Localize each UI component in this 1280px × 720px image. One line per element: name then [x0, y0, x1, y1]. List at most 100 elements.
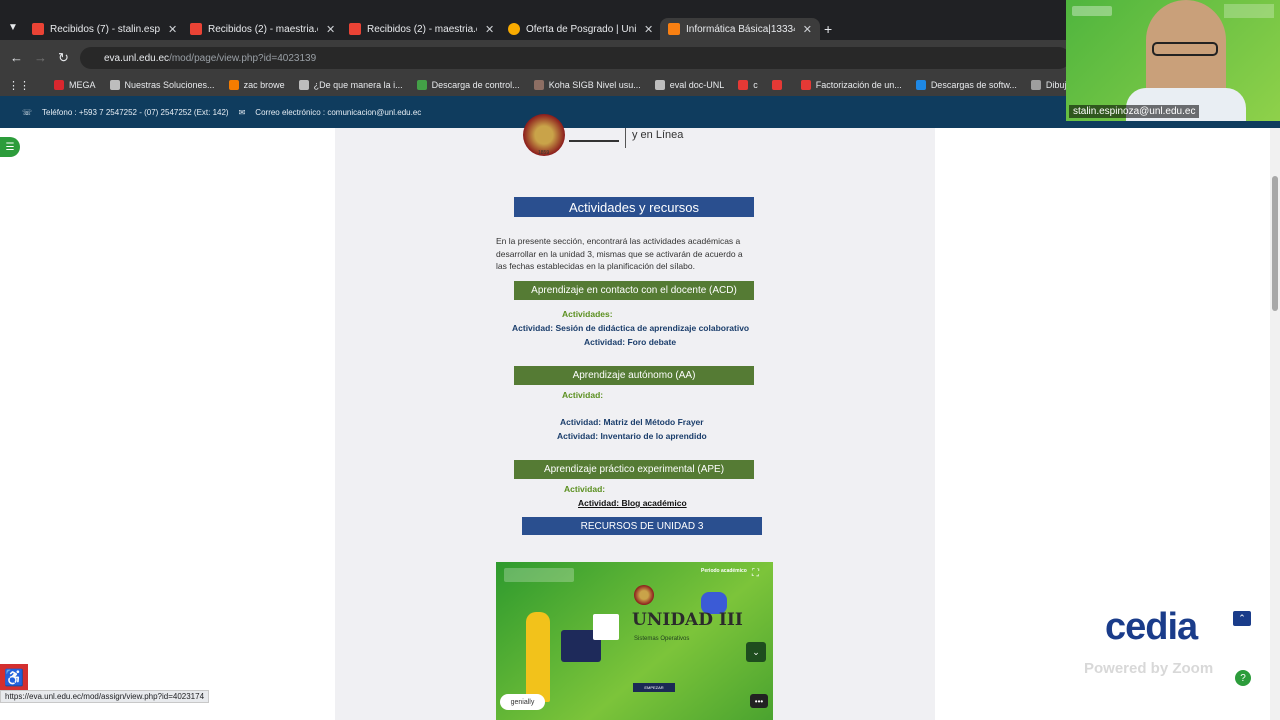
- chevron-down-icon[interactable]: ⌄: [746, 642, 766, 662]
- fullscreen-icon[interactable]: ⛶: [752, 568, 759, 579]
- bookmark-icon: [54, 80, 64, 90]
- phone-text: Teléfono : +593 7 2547252 - (07) 2547252…: [42, 107, 229, 117]
- tab-gmail-3[interactable]: Recibidos (2) - maestria.eti@un ✕: [349, 18, 494, 40]
- link-status-bar: https://eva.unl.edu.ec/mod/assign/view.p…: [0, 690, 210, 703]
- participant-name: stalin.espinoza@unl.edu.ec: [1069, 105, 1200, 118]
- bookmark-label: MEGA: [69, 80, 96, 90]
- card-start-button[interactable]: EMPEZAR: [633, 683, 675, 692]
- more-icon[interactable]: •••: [750, 694, 768, 708]
- bookmark-icon: [109, 80, 120, 90]
- bookmark-item[interactable]: Descarga de control...: [416, 80, 520, 90]
- accessibility-button[interactable]: ♿: [0, 664, 28, 692]
- email-text: Correo electrónico : comunicacion@unl.ed…: [255, 107, 422, 117]
- drawer-toggle-button[interactable]: ☰: [0, 137, 20, 157]
- bookmark-item[interactable]: c: [738, 80, 758, 90]
- bookmark-icon: [771, 80, 782, 90]
- scrollbar-thumb[interactable]: [1272, 176, 1278, 311]
- tab-posgrado[interactable]: Oferta de Posgrado | Universida ✕: [508, 18, 653, 40]
- close-tab-icon[interactable]: ✕: [644, 23, 653, 36]
- acd-activity-1[interactable]: Actividad: Sesión de didáctica de aprend…: [512, 323, 749, 333]
- url-host: eva.unl.edu.ec: [104, 52, 170, 64]
- tab-title: Recibidos (2) - maestria.eti@un: [367, 23, 477, 35]
- close-tab-icon[interactable]: ✕: [168, 23, 177, 36]
- ape-label: Actividad:: [564, 484, 606, 494]
- card-subtitle: Sistemas Operativos: [634, 636, 690, 642]
- aa-banner: Aprendizaje autónomo (AA): [514, 366, 754, 385]
- reload-icon[interactable]: ↻: [58, 50, 69, 66]
- bookmark-label: eval doc-UNL: [669, 80, 725, 90]
- tab-search-icon[interactable]: ▼: [8, 22, 18, 33]
- bookmark-label: Koha SIGB Nivel usu...: [548, 80, 641, 90]
- logo-wordmark: [569, 124, 619, 142]
- acd-banner: Aprendizaje en contacto con el docente (…: [514, 281, 754, 300]
- chevron-up-icon[interactable]: ⌃: [1233, 611, 1251, 626]
- new-tab-button[interactable]: +: [824, 18, 832, 40]
- card-logo: [504, 568, 574, 582]
- bookmark-item[interactable]: Nuestras Soluciones...: [109, 80, 215, 90]
- gmail-icon: [32, 23, 44, 35]
- bookmark-item[interactable]: Descargas de softw...: [915, 80, 1017, 90]
- acd-activity-2[interactable]: Actividad: Foro debate: [584, 337, 676, 347]
- help-icon[interactable]: ?: [1235, 670, 1251, 686]
- participant-glasses: [1152, 42, 1218, 56]
- illustration-person: [526, 612, 550, 702]
- bookmark-label: Descargas de softw...: [930, 80, 1017, 90]
- bookmark-item[interactable]: eval doc-UNL: [654, 80, 725, 90]
- tile-logo: [1072, 6, 1112, 16]
- powered-by-zoom: Powered by Zoom: [1084, 660, 1214, 677]
- close-tab-icon[interactable]: ✕: [326, 23, 335, 36]
- address-bar[interactable]: eva.unl.edu.ec/mod/page/view.php?id=4023…: [80, 47, 1070, 69]
- bookmark-icon: [915, 80, 926, 90]
- bookmark-label: Factorización de un...: [815, 80, 902, 90]
- close-tab-icon[interactable]: ✕: [485, 23, 494, 36]
- apps-icon[interactable]: ⋮⋮: [8, 79, 30, 92]
- gmail-icon: [190, 23, 202, 35]
- bookmark-icon: [533, 80, 544, 90]
- aa-activity-1[interactable]: Actividad: Matriz del Método Frayer: [560, 417, 704, 427]
- bookmark-item[interactable]: MEGA: [54, 80, 96, 90]
- page-content: 1859 y en Línea Actividades y recursos E…: [335, 114, 935, 720]
- bookmark-item[interactable]: Factorización de un...: [800, 80, 902, 90]
- tab-title: Oferta de Posgrado | Universida: [526, 23, 636, 35]
- tab-title: Recibidos (7) - stalin.espinoza@: [50, 23, 160, 35]
- gmail-icon: [349, 23, 361, 35]
- logo-divider: [625, 128, 626, 148]
- bookmark-icon: [416, 80, 427, 90]
- close-tab-icon[interactable]: ✕: [803, 23, 812, 36]
- bookmark-label: Nuestras Soluciones...: [124, 80, 215, 90]
- mail-icon: ✉: [238, 107, 246, 117]
- zoom-video-tile: stalin.espinoza@unl.edu.ec: [1066, 0, 1280, 121]
- card-title: UNIDAD III: [632, 610, 743, 630]
- card-seal: [634, 585, 654, 605]
- genially-presentation[interactable]: Periodo académico ⛶ UNIDAD III Sistemas …: [496, 562, 773, 720]
- bookmark-item[interactable]: [771, 80, 787, 90]
- bookmark-icon: [654, 80, 665, 90]
- page-body: 1859 y en Línea Actividades y recursos E…: [0, 114, 1270, 720]
- bookmark-item[interactable]: zac browe: [228, 80, 285, 90]
- ape-activity-1[interactable]: Actividad: Blog académico: [578, 498, 687, 508]
- section-title: Actividades y recursos: [514, 197, 754, 217]
- ape-banner: Aprendizaje práctico experimental (APE): [514, 460, 754, 479]
- aa-activity-2[interactable]: Actividad: Inventario de lo aprendido: [557, 431, 707, 441]
- intro-text: En la presente sección, encontrará las a…: [496, 235, 743, 273]
- back-icon[interactable]: ←: [10, 50, 23, 65]
- tab-gmail-1[interactable]: Recibidos (7) - stalin.espinoza@ ✕: [32, 18, 177, 40]
- forward-icon[interactable]: →: [34, 50, 47, 65]
- bookmark-icon: [228, 80, 239, 90]
- resources-button[interactable]: RECURSOS DE UNIDAD 3: [522, 517, 762, 535]
- bookmark-item[interactable]: Koha SIGB Nivel usu...: [533, 80, 641, 90]
- aa-label: Actividad:: [562, 390, 604, 400]
- bookmark-label: zac browe: [243, 80, 285, 90]
- tab-title: Recibidos (2) - maestria.eile@u: [208, 23, 318, 35]
- bookmark-icon: [1030, 80, 1041, 90]
- bookmark-icon: [738, 80, 749, 90]
- page-scrollbar[interactable]: [1270, 128, 1280, 720]
- tab-informatica-basica[interactable]: Informática Básica|133340: Acti ✕: [660, 18, 820, 40]
- genially-brand: genially: [500, 694, 545, 710]
- tile-periodo: [1224, 4, 1274, 18]
- bookmark-item[interactable]: ¿De que manera la i...: [298, 80, 403, 90]
- phone-icon: ☏: [22, 107, 33, 117]
- unl-icon: [508, 23, 520, 35]
- tab-gmail-2[interactable]: Recibidos (2) - maestria.eile@u ✕: [190, 18, 335, 40]
- url-path: /mod/page/view.php?id=4023139: [169, 52, 317, 64]
